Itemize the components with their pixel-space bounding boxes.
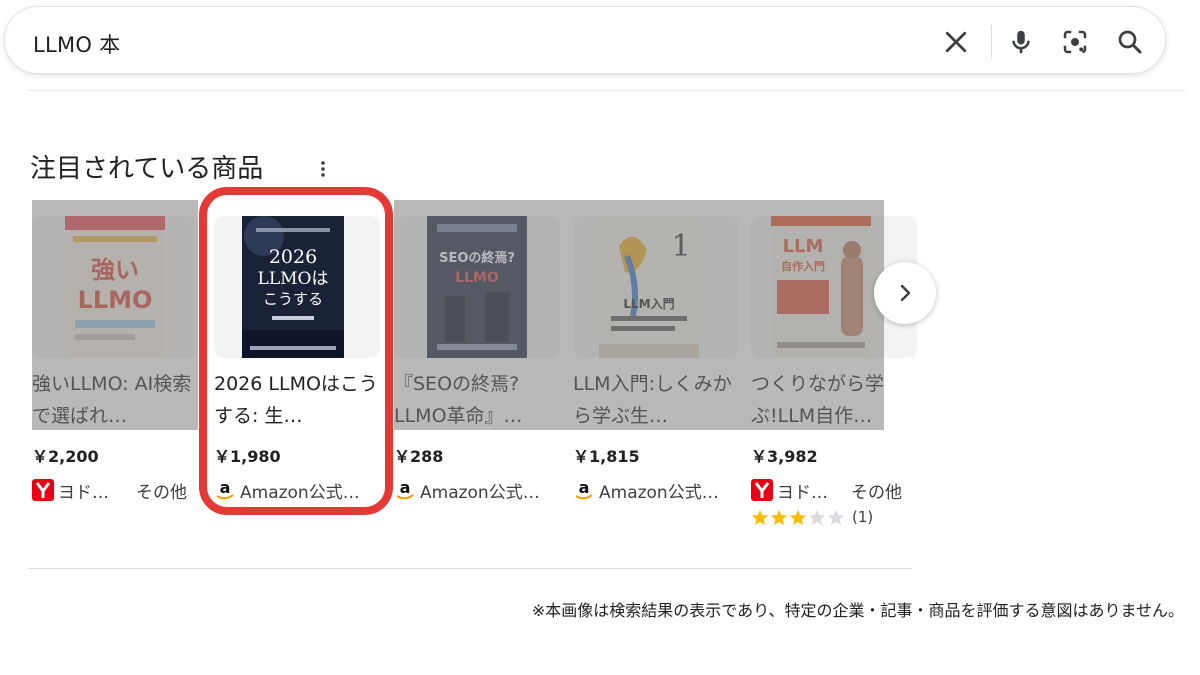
disclaimer-text: ※本画像は検索結果の表示であり、特定の企業・記事・商品を評価する意図はありません… [531,601,1184,620]
svg-text:LLM: LLM [783,236,824,257]
yodobashi-logo-icon [32,479,54,501]
star-filled-icon [752,509,768,525]
merchant-name: ヨド… [777,482,828,503]
microphone-icon[interactable] [1006,27,1036,57]
svg-text:強い: 強い [91,256,139,284]
rating-count: (1) [852,508,874,526]
product-thumbnail[interactable]: SEOの終焉? LLMO [394,216,560,358]
amazon-logo-icon: a [396,479,414,500]
product-title[interactable]: LLM入門:しくみから学ぶ生… [573,368,743,432]
product-thumbnail[interactable]: 1 LLM入門 [573,216,739,358]
amazon-logo-icon: a [575,479,593,500]
highlight-frame [199,187,393,515]
product-card-1[interactable]: 強い LLMO 強いLLMO: AI検索で選ばれ… ￥2,200 ヨド… その他 [32,200,198,540]
search-icon[interactable] [1115,27,1145,57]
star-rating: (1) [751,508,873,526]
book-cover-image: 1 LLM入門 [599,216,699,358]
book-cover-image: LLM 自作入門 [771,216,871,358]
carousel-next-button[interactable] [874,262,936,324]
product-card-5[interactable]: LLM 自作入門 つくりながら学ぶ!LLM自作… ￥3,982 ヨド… その他 … [751,200,917,540]
camera-lens-icon[interactable] [1060,27,1090,57]
search-bar[interactable]: LLMO 本 [4,6,1166,74]
product-price: ￥288 [394,447,444,466]
yodobashi-logo-icon [751,479,773,501]
bottom-divider [28,568,912,569]
product-title[interactable]: 強いLLMO: AI検索で選ばれ… [32,368,202,432]
product-title[interactable]: 『SEOの終焉? LLMO革命』… [394,368,564,432]
star-empty-icon [809,509,825,525]
merchant-name: Amazon公式… [599,482,719,503]
product-thumbnail[interactable]: 強い LLMO [32,216,198,358]
product-price: ￥1,815 [573,447,640,466]
merchant[interactable]: a Amazon公式… [394,478,540,503]
svg-text:LLMO: LLMO [78,286,153,314]
svg-text:a: a [400,479,411,497]
merchant-name: Amazon公式… [420,482,540,503]
chevron-right-icon [900,284,911,302]
product-price: ￥2,200 [32,447,99,466]
merchant[interactable]: ヨド… [751,478,828,503]
top-divider [28,90,1186,91]
star-filled-icon [771,509,787,525]
book-cover-image: SEOの終焉? LLMO [427,216,527,358]
svg-text:1: 1 [671,229,690,264]
search-bar-divider [991,25,992,59]
merchant[interactable]: ヨド… [32,478,109,503]
search-input[interactable]: LLMO 本 [33,29,121,59]
more-vert-icon[interactable] [316,157,330,181]
svg-text:SEOの終焉?: SEOの終焉? [439,250,515,266]
svg-text:a: a [579,479,590,497]
close-icon[interactable] [941,27,971,57]
product-card-4[interactable]: 1 LLM入門 LLM入門:しくみから学ぶ生… ￥1,815 a Amazon公… [573,200,739,540]
book-cover-image: 強い LLMO [65,216,165,358]
svg-text:自作入門: 自作入門 [781,259,825,273]
section-title: 注目されている商品 [30,154,264,184]
merchant-name: ヨド… [58,482,109,503]
star-filled-icon [790,509,806,525]
svg-text:LLM入門: LLM入門 [623,297,674,311]
product-card-3[interactable]: SEOの終焉? LLMO 『SEOの終焉? LLMO革命』… ￥288 a Am… [394,200,560,540]
product-title[interactable]: つくりながら学ぶ!LLM自作… [751,368,921,432]
merchant[interactable]: a Amazon公式… [573,478,719,503]
other-sellers-link[interactable]: その他 [136,478,187,503]
product-price: ￥3,982 [751,447,818,466]
star-empty-icon [828,509,844,525]
other-sellers-link[interactable]: その他 [851,478,902,503]
svg-text:LLMO: LLMO [455,270,499,286]
